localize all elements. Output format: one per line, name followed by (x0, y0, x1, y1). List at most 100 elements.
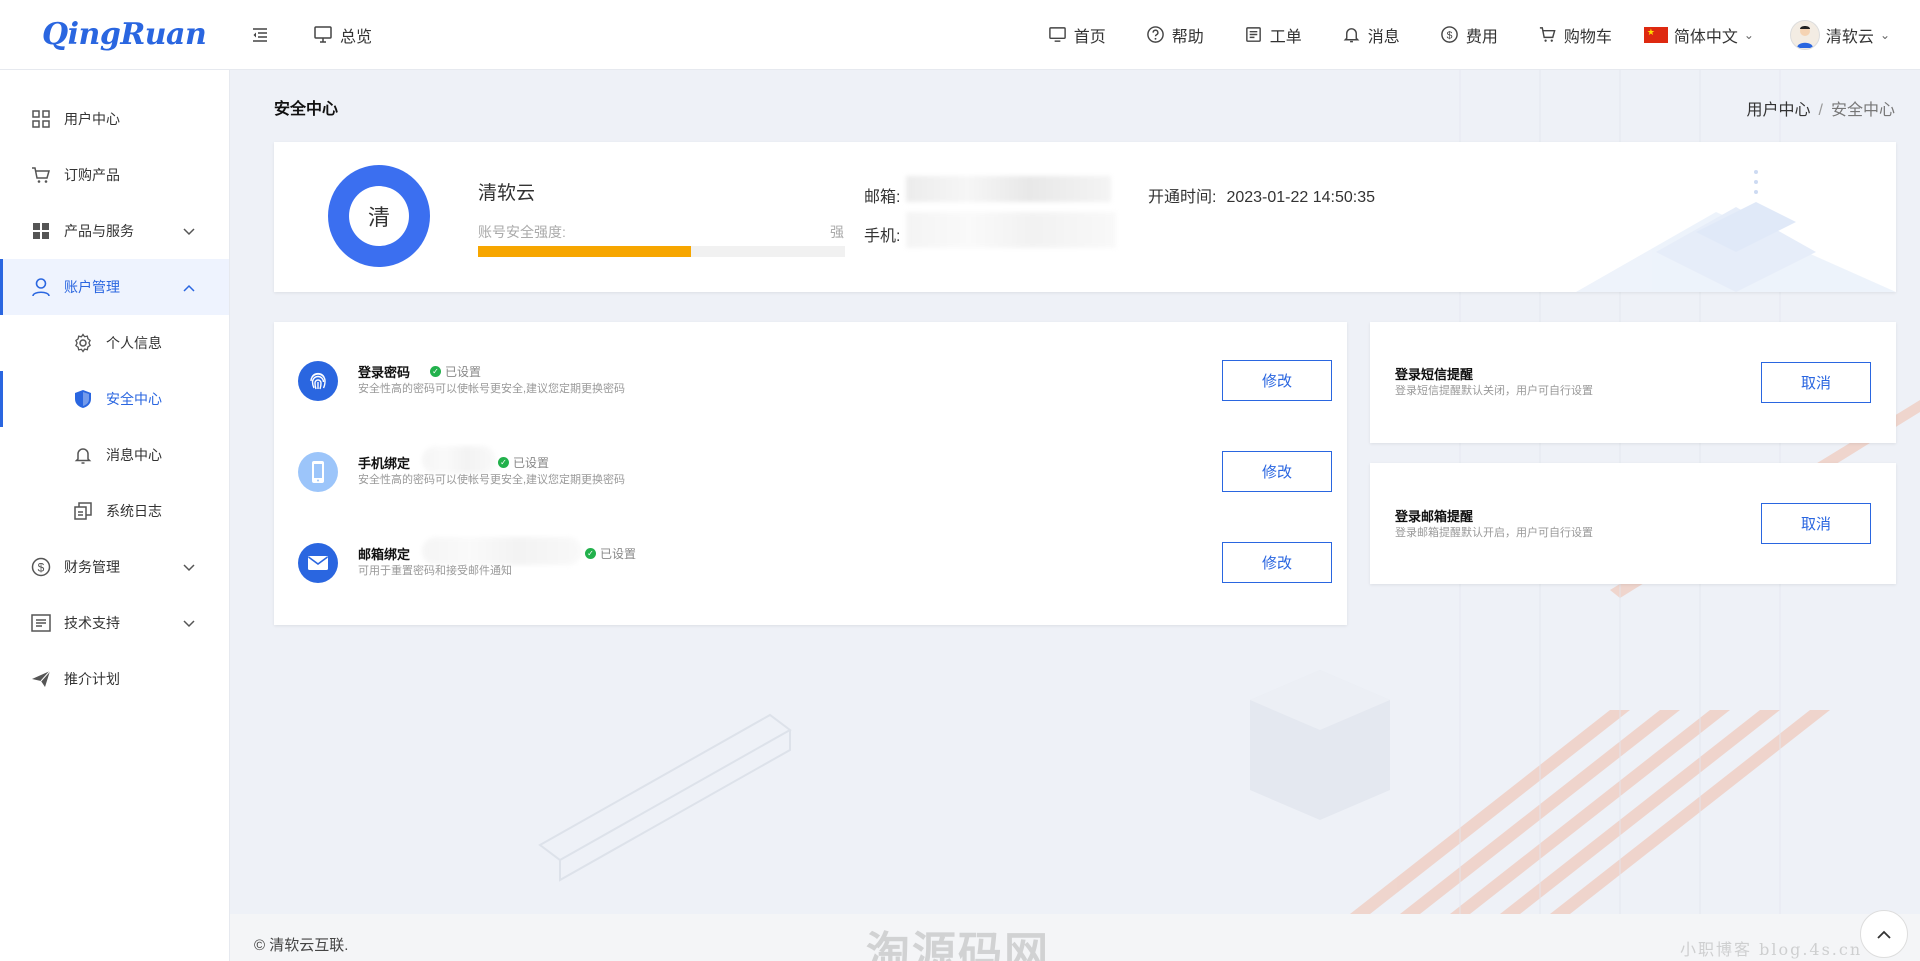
sidebar-item-referral[interactable]: 推介计划 (0, 651, 229, 707)
user-icon (30, 276, 52, 298)
sidebar-item-products-services[interactable]: 产品与服务 (0, 203, 229, 259)
cart-icon (30, 164, 52, 186)
logo[interactable]: QingRuan (0, 17, 230, 52)
chevron-down-icon (183, 615, 195, 631)
nav-fee-label: 费用 (1465, 28, 1498, 46)
sidebar: 用户中心 订购产品 产品与服务 账户管理 个人信息 安全中心 消息中心 系统日志… (0, 70, 230, 961)
avatar (1789, 19, 1820, 50)
security-item-phone: 手机绑定 ✓ 已设置 安全性高的密码可以使帐号更安全,建议您定期更换密码 修改 (298, 442, 1332, 502)
china-flag-icon (1643, 26, 1668, 43)
nav-fee[interactable]: $ 费用 (1440, 23, 1498, 47)
sidebar-item-order-product[interactable]: 订购产品 (0, 147, 229, 203)
avatar-ring: 清 (328, 165, 430, 267)
security-item-desc: 安全性高的密码可以使帐号更安全,建议您定期更换密码 (358, 474, 626, 486)
modify-email-button[interactable]: 修改 (1222, 542, 1332, 583)
sidebar-item-label: 财务管理 (64, 559, 120, 575)
mail-icon (298, 543, 338, 583)
sidebar-item-label: 账户管理 (64, 279, 120, 295)
footer: © 清软云互联. 淘源码网 小职博客 blog.4s.cn (230, 914, 1920, 961)
security-item-email: 邮箱绑定 ✓ 已设置 可用于重置密码和接受邮件通知 修改 (298, 533, 1332, 593)
sidebar-item-label: 推介计划 (64, 671, 120, 687)
status-badge: ✓ 已设置 (498, 454, 549, 471)
email-value-blurred (906, 176, 1111, 202)
overview-link[interactable]: 总览 (314, 23, 372, 47)
status-badge: ✓ 已设置 (585, 545, 636, 562)
user-menu[interactable]: 清软云 ⌄ (1789, 19, 1890, 50)
security-item-desc: 安全性高的密码可以使帐号更安全,建议您定期更换密码 (358, 383, 626, 395)
status-text: 已设置 (600, 547, 637, 561)
nav-ticket[interactable]: 工单 (1244, 23, 1302, 47)
back-to-top-button[interactable] (1860, 910, 1908, 958)
grid-icon (30, 108, 52, 130)
sidebar-item-label: 技术支持 (64, 615, 120, 631)
status-badge: ✓ 已设置 (430, 363, 481, 380)
email-label: 邮箱: (864, 189, 901, 206)
gear-icon (72, 332, 94, 354)
top-header: QingRuan 总览 首页 帮助 工单 消息 $ 费用 购物车 ★ 简体中文 … (0, 0, 1920, 70)
check-circle-icon: ✓ (430, 366, 441, 377)
nav-help[interactable]: 帮助 (1146, 23, 1204, 47)
sidebar-item-tech-support[interactable]: 技术支持 (0, 595, 229, 651)
language-selector[interactable]: 简体中文 ⌄ (1643, 23, 1754, 47)
check-circle-icon: ✓ (585, 548, 596, 559)
chevron-down-icon: ⌄ (1879, 27, 1890, 42)
cancel-email-notice-button[interactable]: 取消 (1761, 503, 1871, 544)
breadcrumb: 用户中心 / 安全中心 (1747, 96, 1895, 120)
strength-label: 账号安全强度: (478, 224, 566, 240)
sidebar-item-label: 用户中心 (64, 111, 120, 127)
modify-password-button[interactable]: 修改 (1222, 360, 1332, 401)
ticket-icon (1245, 27, 1261, 42)
collapse-menu-icon[interactable] (240, 15, 280, 55)
nav-cart[interactable]: 购物车 (1538, 23, 1612, 47)
page-title: 安全中心 (274, 101, 339, 118)
dollar-icon: $ (1441, 26, 1458, 43)
security-settings-card: 登录密码 ✓ 已设置 安全性高的密码可以使帐号更安全,建议您定期更换密码 修改 手… (274, 322, 1347, 625)
watermark: 淘源码网 (866, 928, 1050, 961)
strength-bar-fill (478, 246, 691, 257)
avatar-char: 清 (349, 186, 409, 246)
modify-phone-button[interactable]: 修改 (1222, 451, 1332, 492)
cancel-sms-notice-button[interactable]: 取消 (1761, 362, 1871, 403)
security-item-desc: 可用于重置密码和接受邮件通知 (358, 565, 512, 577)
nav-home[interactable]: 首页 (1048, 23, 1106, 47)
monitor-icon (314, 26, 332, 43)
user-name: 清软云 (1825, 28, 1874, 46)
phone-number-blurred (422, 446, 496, 474)
paper-plane-icon (30, 668, 52, 690)
sidebar-item-security-center[interactable]: 安全中心 (0, 371, 229, 427)
breadcrumb-user-center[interactable]: 用户中心 (1747, 102, 1811, 119)
email-login-notice-card: 登录邮箱提醒 登录邮箱提醒默认开启，用户可自行设置 取消 (1370, 463, 1896, 584)
nav-message-label: 消息 (1367, 28, 1400, 46)
profile-card: 清 清软云 账号安全强度: 强 邮箱: 手机: 开通时间: 2023-01-22 … (274, 142, 1896, 292)
phone-value-blurred (906, 212, 1116, 248)
notice-desc: 登录短信提醒默认关闭，用户可自行设置 (1395, 385, 1593, 397)
chevron-down-icon (183, 559, 195, 575)
security-item-title: 登录密码 (358, 365, 411, 380)
document-icon (30, 612, 52, 634)
sidebar-item-personal-info[interactable]: 个人信息 (0, 315, 229, 371)
email-address-blurred (422, 537, 582, 565)
security-item-password: 登录密码 ✓ 已设置 安全性高的密码可以使帐号更安全,建议您定期更换密码 修改 (298, 351, 1332, 411)
watermark-blog: 小职博客 blog.4s.cn (1680, 940, 1863, 959)
sidebar-item-account-management[interactable]: 账户管理 (0, 259, 229, 315)
apps-icon (30, 220, 52, 242)
strength-bar (478, 246, 845, 257)
sidebar-item-label: 安全中心 (106, 391, 162, 407)
status-text: 已设置 (513, 456, 550, 470)
bell-icon (72, 444, 94, 466)
sidebar-item-system-log[interactable]: 系统日志 (0, 483, 229, 539)
sidebar-item-user-center[interactable]: 用户中心 (0, 91, 229, 147)
chevron-down-icon (183, 223, 195, 239)
log-icon (72, 500, 94, 522)
nav-help-label: 帮助 (1171, 28, 1204, 46)
security-item-title: 邮箱绑定 (358, 547, 411, 562)
fingerprint-icon (298, 361, 338, 401)
status-text: 已设置 (445, 365, 482, 379)
sidebar-item-message-center[interactable]: 消息中心 (0, 427, 229, 483)
language-label: 简体中文 (1673, 28, 1738, 46)
sidebar-item-label: 个人信息 (106, 335, 162, 351)
notice-desc: 登录邮箱提醒默认开启，用户可自行设置 (1395, 527, 1593, 539)
home-monitor-icon (1048, 27, 1066, 42)
sidebar-item-finance[interactable]: $ 财务管理 (0, 539, 229, 595)
nav-message[interactable]: 消息 (1342, 23, 1400, 47)
